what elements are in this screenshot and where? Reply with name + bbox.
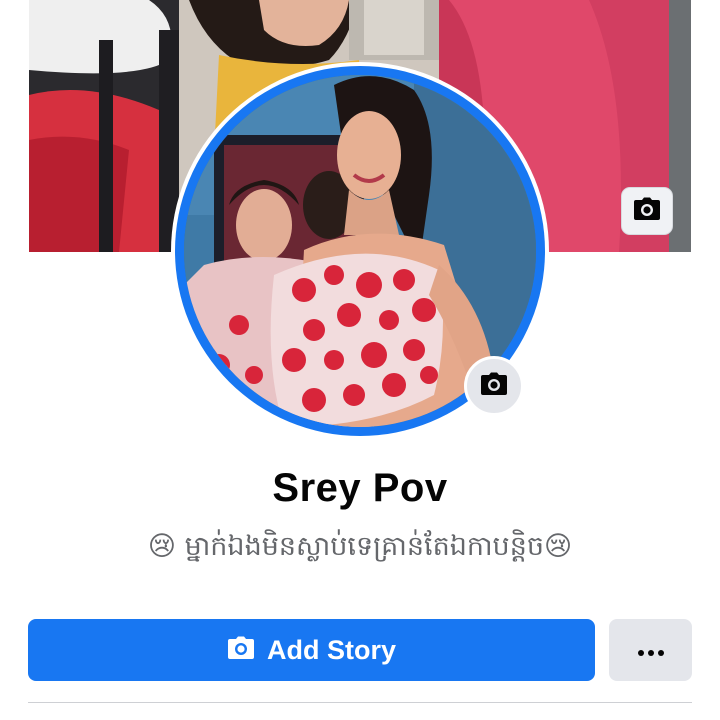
camera-icon	[633, 197, 661, 225]
cover-camera-button[interactable]	[621, 187, 673, 235]
section-divider	[28, 702, 692, 703]
add-story-label: Add Story	[266, 634, 396, 665]
camera-icon	[227, 636, 255, 664]
profile-bio: 😢 ម្នាក់ឯងមិនស្លាប់ទេគ្រាន់តែឯកាបន្តិច😢	[147, 531, 573, 562]
add-story-button[interactable]: Add Story	[28, 619, 595, 681]
more-horizontal-icon	[637, 641, 664, 660]
more-options-button[interactable]	[609, 619, 692, 681]
profile-name: Srey Pov	[272, 466, 448, 510]
avatar-camera-button[interactable]	[464, 356, 524, 416]
camera-icon	[480, 372, 508, 400]
profile-header: Srey Pov 😢 ម្នាក់ឯងមិនស្លាប់ទេគ្រាន់តែឯក…	[0, 0, 720, 720]
